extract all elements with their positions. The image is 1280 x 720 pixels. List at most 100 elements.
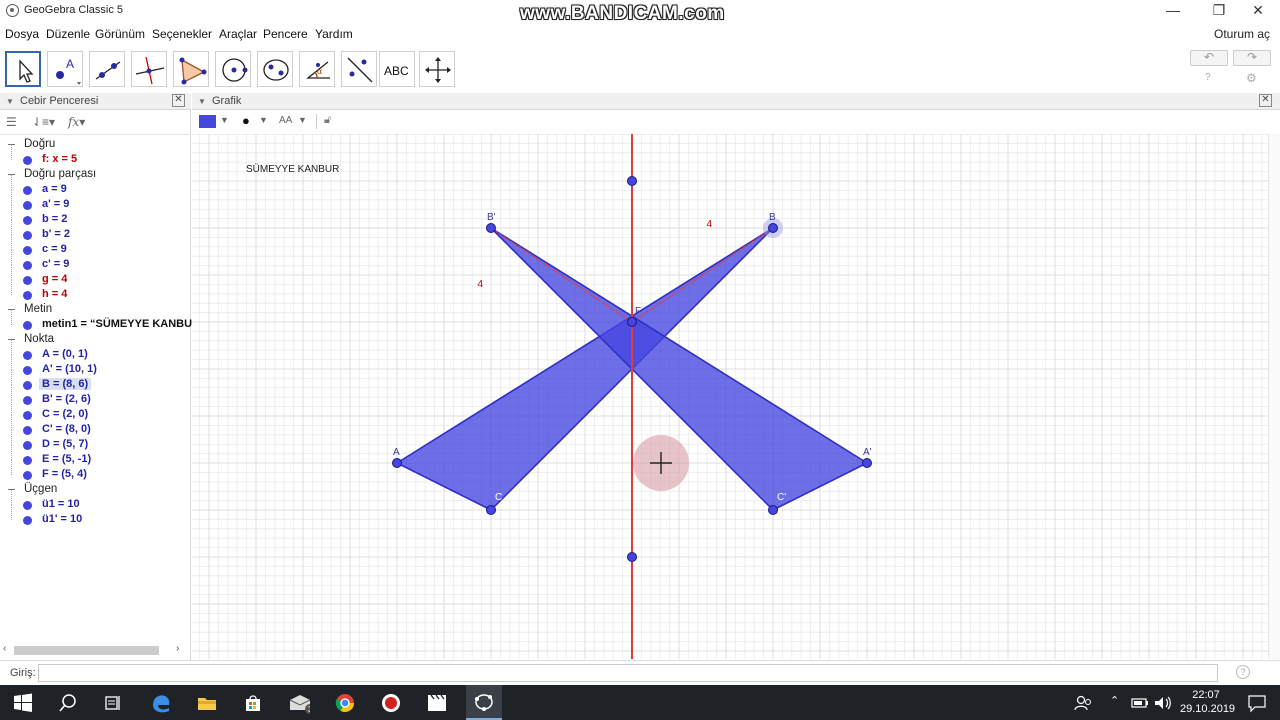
visibility-toggle-dot[interactable] — [23, 216, 32, 225]
collapse-triangle-icon[interactable]: ▼ — [6, 97, 14, 106]
chrome-icon[interactable] — [334, 692, 356, 714]
menu-araclar[interactable]: Araçlar — [219, 27, 257, 41]
menu-dosya[interactable]: Dosya — [5, 27, 39, 41]
algebra-item-text[interactable]: D = (5, 7) — [42, 438, 88, 450]
algebra-item-text[interactable]: a' = 9 — [42, 198, 69, 210]
visibility-toggle-dot[interactable] — [23, 156, 32, 165]
scroll-right-icon[interactable]: › — [176, 643, 179, 654]
people-icon[interactable] — [1072, 692, 1094, 714]
menu-duzenle[interactable]: Düzenle — [46, 27, 90, 41]
algebra-item[interactable]: A = (0, 1) — [0, 340, 191, 363]
menu-pencere[interactable]: Pencere — [263, 27, 308, 41]
visibility-toggle-dot[interactable] — [23, 501, 32, 510]
input-help-icon[interactable]: ? — [1236, 665, 1250, 679]
point-C[interactable] — [486, 505, 496, 515]
battery-icon[interactable] — [1130, 692, 1152, 714]
algebra-item[interactable]: ü1 = 10 — [0, 490, 191, 513]
polygon-tool-button[interactable] — [173, 51, 209, 87]
algebra-category[interactable]: Üçgen — [0, 483, 191, 498]
perpendicular-tool-button[interactable] — [131, 51, 167, 87]
mail-stack-icon[interactable]: 3 — [288, 692, 310, 714]
fx-description-icon[interactable]: fx▾ — [68, 115, 85, 129]
algebra-item-text[interactable]: c = 9 — [42, 243, 67, 255]
clock[interactable]: 22:07 29.10.2019 — [1180, 688, 1235, 716]
bandicam-record-icon[interactable] — [380, 692, 402, 714]
sort-by-icon[interactable]: ⇃≡▾ — [32, 115, 55, 129]
visibility-toggle-dot[interactable] — [23, 441, 32, 450]
algebra-item[interactable]: b' = 2 — [0, 220, 191, 243]
color-swatch-button[interactable] — [199, 115, 216, 128]
point-Bprime[interactable] — [486, 223, 496, 233]
geogebra-taskbar-button[interactable] — [466, 685, 502, 720]
visibility-toggle-dot[interactable] — [23, 321, 32, 330]
visibility-toggle-dot[interactable] — [23, 366, 32, 375]
algebra-item[interactable]: C' = (8, 0) — [0, 415, 191, 438]
angle-tool-button[interactable]: α — [299, 51, 335, 87]
algebra-category[interactable]: Metin — [0, 303, 191, 318]
text-size-dropdown-icon[interactable]: ▼ — [298, 115, 307, 125]
algebra-item-text[interactable]: f: x = 5 — [42, 153, 77, 165]
visibility-toggle-dot[interactable] — [23, 516, 32, 525]
scroll-left-icon[interactable]: ‹ — [3, 643, 6, 654]
undo-button[interactable]: ↶ — [1190, 50, 1228, 66]
redo-button[interactable]: ↷ — [1233, 50, 1271, 66]
algebra-item[interactable]: F = (5, 4) — [0, 460, 191, 483]
tray-chevron-icon[interactable]: ⌃ — [1110, 694, 1119, 707]
algebra-item-text[interactable]: g = 4 — [42, 273, 67, 285]
visibility-toggle-dot[interactable] — [23, 246, 32, 255]
algebra-item[interactable]: B' = (2, 6) — [0, 385, 191, 408]
algebra-item-text[interactable]: C' = (8, 0) — [42, 423, 91, 435]
algebra-item-text[interactable]: b = 2 — [42, 213, 67, 225]
algebra-item-text[interactable]: h = 4 — [42, 288, 67, 300]
search-icon[interactable] — [57, 692, 79, 714]
algebra-item[interactable]: C = (2, 0) — [0, 400, 191, 423]
visibility-toggle-dot[interactable] — [23, 276, 32, 285]
visibility-toggle-dot[interactable] — [23, 411, 32, 420]
windows-start-icon[interactable] — [12, 692, 34, 714]
point-Aprime[interactable] — [862, 458, 872, 468]
point-tool-button[interactable]: A — [47, 51, 83, 87]
algebra-item[interactable]: B = (8, 6) — [0, 370, 191, 393]
menu-secenekler[interactable]: Seçenekler — [152, 27, 212, 41]
algebra-item-text[interactable]: A = (0, 1) — [42, 348, 88, 360]
algebra-item-text[interactable]: ü1' = 10 — [42, 513, 82, 525]
text-tool-button[interactable]: ABC — [379, 51, 415, 87]
edge-browser-icon[interactable] — [150, 692, 172, 714]
text-size-button[interactable]: AA — [279, 115, 292, 126]
algebra-item[interactable]: D = (5, 7) — [0, 430, 191, 453]
visibility-toggle-dot[interactable] — [23, 426, 32, 435]
auxiliary-objects-icon[interactable]: ☰ — [6, 115, 17, 129]
algebra-item[interactable]: ü1' = 10 — [0, 505, 191, 528]
visibility-toggle-dot[interactable] — [23, 381, 32, 390]
point-F[interactable] — [627, 317, 637, 327]
plot-svg[interactable]: 4 4 SÜMEYYE KANBUR A A' B B' C C' F — [192, 134, 1268, 659]
algebra-item-text[interactable]: B' = (2, 6) — [42, 393, 91, 405]
store-icon[interactable] — [242, 692, 264, 714]
algebra-item[interactable]: E = (5, -1) — [0, 445, 191, 468]
algebra-item[interactable]: c' = 9 — [0, 250, 191, 273]
algebra-item[interactable]: A' = (10, 1) — [0, 355, 191, 378]
point-Cprime[interactable] — [768, 505, 778, 515]
algebra-item-text[interactable]: E = (5, -1) — [42, 453, 91, 465]
visibility-toggle-dot[interactable] — [23, 186, 32, 195]
visibility-toggle-dot[interactable] — [23, 291, 32, 300]
algebra-item[interactable]: metin1 = “SÜMEYYE KANBU — [0, 310, 192, 333]
settings-gear-icon[interactable]: ⚙ — [1246, 71, 1257, 85]
algebra-item[interactable]: a' = 9 — [0, 190, 191, 213]
line-tool-button[interactable] — [89, 51, 125, 87]
algebra-item-text[interactable]: C = (2, 0) — [42, 408, 88, 420]
algebra-item[interactable]: c = 9 — [0, 235, 191, 258]
volume-icon[interactable] — [1153, 692, 1175, 714]
algebra-item-text[interactable]: B = (8, 6) — [39, 378, 92, 390]
point-A[interactable] — [392, 458, 402, 468]
visibility-toggle-dot[interactable] — [23, 471, 32, 480]
point-style-dropdown-icon[interactable]: ▼ — [259, 115, 268, 125]
close-graphics-icon[interactable]: ✕ — [1259, 94, 1272, 107]
visibility-toggle-dot[interactable] — [23, 456, 32, 465]
login-link[interactable]: Oturum aç — [1214, 27, 1270, 41]
input-field[interactable] — [38, 664, 1218, 682]
minimize-button[interactable]: — — [1150, 0, 1196, 22]
visibility-toggle-dot[interactable] — [23, 231, 32, 240]
algebra-item[interactable]: f: x = 5 — [0, 145, 191, 168]
algebra-category[interactable]: Doğru — [0, 138, 191, 153]
